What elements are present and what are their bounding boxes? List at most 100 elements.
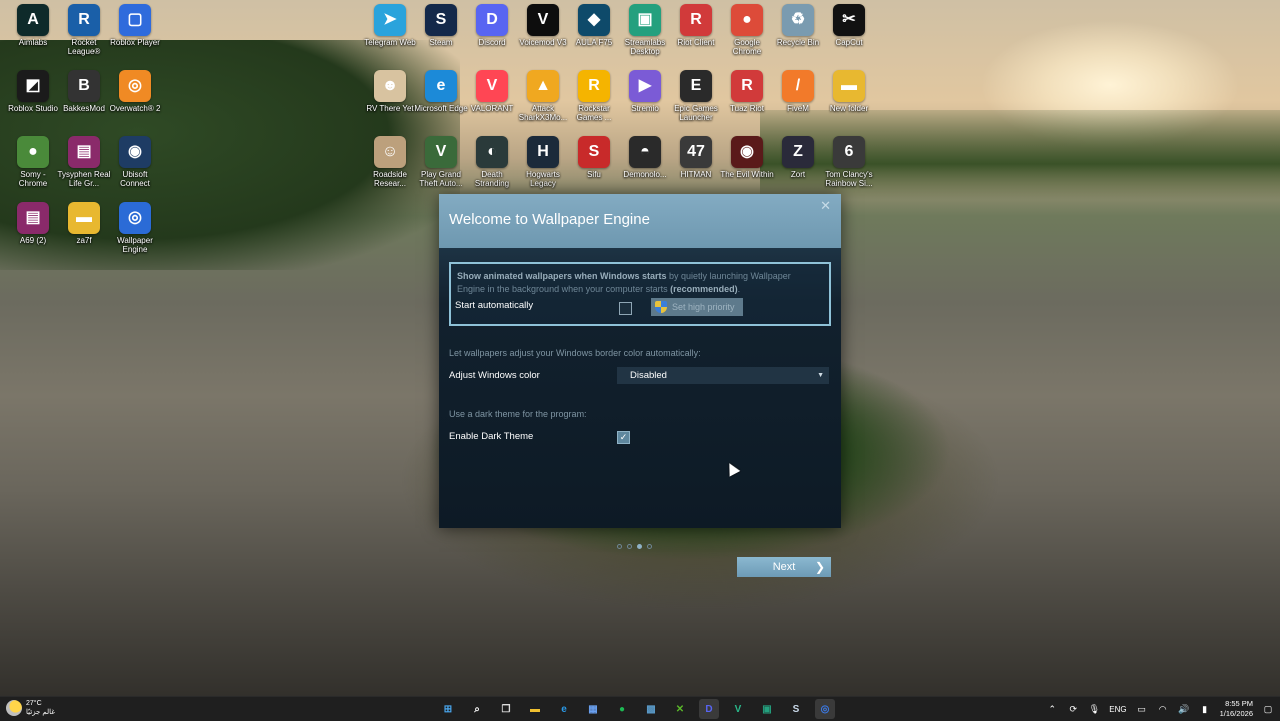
store-icon[interactable]: ▦ <box>583 699 603 719</box>
desktop-shortcut[interactable]: ♻ Recycle Bin <box>771 4 825 47</box>
battery-icon[interactable]: ▮ <box>1199 704 1211 715</box>
desktop-shortcut[interactable]: ▶ Stremio <box>618 70 672 113</box>
clock-time: 8:55 PM <box>1225 699 1253 708</box>
next-button[interactable]: Next ❯ <box>737 557 831 577</box>
network-icon[interactable]: ▭ <box>1136 704 1148 715</box>
page-dot-2[interactable] <box>627 544 632 549</box>
desktop-shortcut[interactable]: V Play Grand Theft Auto... <box>414 136 468 188</box>
desktop-shortcut[interactable]: ➤ Telegram Web <box>363 4 417 47</box>
desktop-shortcut-label: FiveM <box>787 104 809 113</box>
desktop-shortcut[interactable]: ● Somy - Chrome <box>6 136 60 188</box>
desktop-shortcut[interactable]: ◉ The Evil Within <box>720 136 774 179</box>
winrar-icon: ▤ <box>68 136 100 168</box>
desktop-shortcut[interactable]: R Rockstar Games ... <box>567 70 621 122</box>
task-view-icon[interactable]: ❐ <box>496 699 516 719</box>
desktop-shortcut[interactable]: / FiveM <box>771 70 825 113</box>
riot-client-icon: R <box>680 4 712 36</box>
desktop-shortcut[interactable]: ◉ Ubisoft Connect <box>108 136 162 188</box>
desktop-shortcut[interactable]: H Hogwarts Legacy <box>516 136 570 188</box>
sync-icon[interactable]: ⟳ <box>1067 704 1079 715</box>
edge-icon[interactable]: e <box>554 699 574 719</box>
autostart-desc-bold: Show animated wallpapers when Windows st… <box>457 271 667 281</box>
desktop-shortcut[interactable]: E Epic Games Launcher <box>669 70 723 122</box>
desktop-shortcut[interactable]: V Voicemod V3 <box>516 4 570 47</box>
search-icon[interactable]: ⌕ <box>467 699 487 719</box>
desktop-shortcut[interactable]: ◩ Roblox Studio <box>6 70 60 113</box>
desktop-shortcut-label: Zort <box>790 170 806 179</box>
autostart-desc-recommended: (recommended) <box>670 284 738 294</box>
page-dot-4[interactable] <box>647 544 652 549</box>
desktop-shortcut-label: Microsoft Edge <box>414 104 468 113</box>
desktop-shortcut[interactable]: S Steam <box>414 4 468 47</box>
zort-icon: Z <box>782 136 814 168</box>
desktop-shortcut-label: Aimlabs <box>18 38 48 47</box>
desktop-shortcut-label: Stremio <box>631 104 659 113</box>
show-hidden-icons-chevron-icon[interactable]: ⌃ <box>1046 704 1058 715</box>
desktop-shortcut[interactable]: Z Zort <box>771 136 825 179</box>
enable-dark-theme-label: Enable Dark Theme <box>449 431 534 442</box>
desktop-shortcut[interactable]: ◆ AULA F75 <box>567 4 621 47</box>
desktop-shortcut[interactable]: R Riot Client <box>669 4 723 47</box>
rocket-league-icon: R <box>68 4 100 36</box>
valorant-icon: V <box>476 70 508 102</box>
desktop-shortcut[interactable]: ✂ CapCut <box>822 4 876 47</box>
streamlabs-icon: ▣ <box>629 4 661 36</box>
weather-widget[interactable]: 27°C غالم جزئيًا <box>6 699 55 717</box>
roblox-studio-icon: ◩ <box>17 70 49 102</box>
desktop-shortcut[interactable]: ☻ RV There Yet <box>363 70 417 113</box>
notifications-icon[interactable]: ▢ <box>1262 704 1274 715</box>
discord-icon[interactable]: D <box>699 699 719 719</box>
page-dot-1[interactable] <box>617 544 622 549</box>
desktop-shortcut[interactable]: A Aimlabs <box>6 4 60 47</box>
voicemod-icon[interactable]: V <box>728 699 748 719</box>
desktop-shortcut[interactable]: 47 HITMAN <box>669 136 723 179</box>
language-indicator[interactable]: ENG <box>1109 705 1126 714</box>
desktop-shortcut[interactable]: B BakkesMod <box>57 70 111 113</box>
steam-icon[interactable]: S <box>786 699 806 719</box>
desktop-shortcut[interactable]: ▬ New folder <box>822 70 876 113</box>
desktop-shortcut[interactable]: ◎ Wallpaper Engine <box>108 202 162 254</box>
discord-icon: D <box>476 4 508 36</box>
start-automatically-checkbox[interactable] <box>619 302 632 315</box>
desktop-shortcut[interactable]: S Sifu <box>567 136 621 179</box>
page-dot-3[interactable] <box>637 544 642 549</box>
riot-icon: R <box>731 70 763 102</box>
wifi-icon[interactable]: ◠ <box>1157 704 1169 715</box>
clock[interactable]: 8:55 PM 1/16/2026 <box>1220 699 1253 719</box>
taskbar-apps: ⊞ ⌕ ❐ ▬ e ▦ ● ▩ ✕ D V ▣ S ◎ <box>438 699 835 719</box>
set-high-priority-button[interactable]: Set high priority <box>651 298 743 316</box>
desktop-shortcut[interactable]: ▢ Roblox Player <box>108 4 162 47</box>
desktop-shortcut[interactable]: D Discord <box>465 4 519 47</box>
start-button[interactable]: ⊞ <box>438 699 458 719</box>
desktop-shortcut[interactable]: ▤ A69 (2) <box>6 202 60 245</box>
xbox-icon[interactable]: ✕ <box>670 699 690 719</box>
volume-icon[interactable]: 🔊 <box>1178 704 1190 715</box>
file-explorer-icon[interactable]: ▬ <box>525 699 545 719</box>
edge-icon: e <box>425 70 457 102</box>
desktop-shortcut[interactable]: e Microsoft Edge <box>414 70 468 113</box>
desktop-shortcut[interactable]: ◎ Overwatch® 2 <box>108 70 162 113</box>
streamlabs-icon[interactable]: ▣ <box>757 699 777 719</box>
photos-icon[interactable]: ▩ <box>641 699 661 719</box>
desktop-shortcut[interactable]: 6 Tom Clancy's Rainbow Si... <box>822 136 876 188</box>
desktop-shortcut[interactable]: V VALORANT <box>465 70 519 113</box>
desktop-shortcut-label: RV There Yet <box>366 104 414 113</box>
microphone-icon[interactable]: 🎙 <box>1088 704 1100 715</box>
wallpaper-engine-icon[interactable]: ◎ <box>815 699 835 719</box>
desktop-shortcut[interactable]: ● Google Chrome <box>720 4 774 56</box>
desktop-shortcut-label: The Evil Within <box>720 170 774 179</box>
enable-dark-theme-checkbox[interactable]: ✓ <box>617 431 630 444</box>
desktop-shortcut[interactable]: ▬ za7f <box>57 202 111 245</box>
windows-color-dropdown[interactable]: Disabled ▼ <box>617 367 829 384</box>
desktop-shortcut[interactable]: R Tuaz Riot <box>720 70 774 113</box>
desktop-shortcut-label: Tuaz Riot <box>730 104 764 113</box>
desktop-shortcut[interactable]: ▲ Attack SharkX3Mo... <box>516 70 570 122</box>
desktop-shortcut[interactable]: ◐ Death Stranding <box>465 136 519 188</box>
desktop-shortcut[interactable]: ☺ Roadside Resear... <box>363 136 417 188</box>
desktop-shortcut[interactable]: ◓ Demonolo... <box>618 136 672 179</box>
spotify-icon[interactable]: ● <box>612 699 632 719</box>
desktop-shortcut[interactable]: ▣ Streamlabs Desktop <box>618 4 672 56</box>
close-icon[interactable]: ✕ <box>820 198 831 214</box>
desktop-shortcut[interactable]: ▤ Tysyphen Real Life Gr... <box>57 136 111 188</box>
desktop-shortcut[interactable]: R Rocket League® <box>57 4 111 56</box>
